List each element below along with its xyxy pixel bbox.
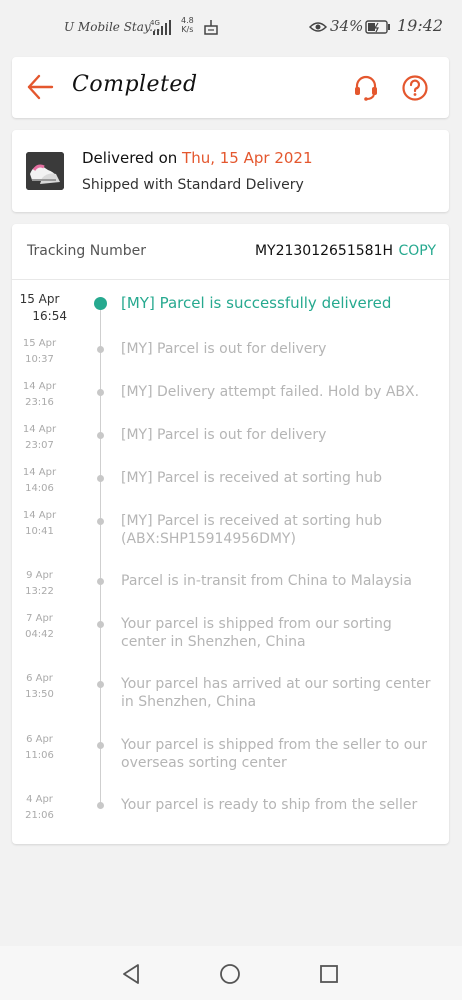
event-time: 23:16 bbox=[25, 397, 54, 408]
event-description: Your parcel has arrived at our sorting c… bbox=[121, 676, 431, 710]
event-time: 10:37 bbox=[25, 354, 54, 365]
network-speed: 4.8 K/s bbox=[181, 16, 194, 34]
tracking-number: MY213012651581H bbox=[254, 243, 393, 259]
timeline-line bbox=[100, 306, 101, 804]
usb-icon bbox=[204, 20, 218, 35]
event-datetime: 6 Apr 13:50 bbox=[12, 671, 67, 703]
event-description: Your parcel is shipped from the seller t… bbox=[121, 737, 427, 771]
circle-home-icon[interactable] bbox=[219, 963, 241, 985]
triangle-back-icon[interactable] bbox=[120, 963, 142, 985]
timeline-dot bbox=[97, 432, 104, 439]
network-speed-value: 4.8 bbox=[181, 16, 194, 25]
page-title: Completed bbox=[72, 72, 198, 97]
event-time: 10:41 bbox=[25, 526, 54, 537]
event-date: 14 Apr bbox=[22, 510, 57, 521]
event-time: 21:06 bbox=[25, 810, 54, 821]
event-description: [MY] Parcel is received at sorting hub (… bbox=[121, 513, 382, 547]
event-datetime: 15 Apr 16:54 bbox=[12, 291, 67, 325]
headset-icon[interactable] bbox=[352, 73, 380, 101]
event-date: 7 Apr bbox=[26, 613, 53, 624]
event-date: 6 Apr bbox=[26, 734, 53, 745]
event-date: 15 Apr bbox=[22, 338, 57, 349]
product-thumbnail[interactable] bbox=[26, 152, 64, 190]
delivery-status-label: Delivered on bbox=[82, 149, 178, 167]
event-description: [MY] Parcel is out for delivery bbox=[121, 427, 327, 443]
timeline-dot bbox=[97, 578, 104, 585]
timeline-dot bbox=[97, 389, 104, 396]
event-date: 14 Apr bbox=[22, 424, 57, 435]
event-date: 9 Apr bbox=[26, 570, 53, 581]
event-description: [MY] Delivery attempt failed. Hold by AB… bbox=[121, 384, 420, 400]
delivery-summary: Delivered on Thu, 15 Apr 2021 Shipped wi… bbox=[12, 130, 449, 212]
event-description: [MY] Parcel is successfully delivered bbox=[121, 294, 392, 312]
event-datetime: 7 Apr 04:42 bbox=[12, 611, 67, 643]
network-speed-unit: K/s bbox=[181, 25, 194, 34]
event-date: 6 Apr bbox=[26, 673, 53, 684]
timeline-dot bbox=[97, 346, 104, 353]
event-time: 16:54 bbox=[32, 309, 67, 323]
shipping-method: Shipped with Standard Delivery bbox=[82, 177, 304, 193]
event-datetime: 15 Apr 10:37 bbox=[12, 336, 67, 368]
event-description: [MY] Parcel is out for delivery bbox=[121, 341, 327, 357]
event-time: 14:06 bbox=[25, 483, 54, 494]
event-time: 04:42 bbox=[25, 629, 54, 640]
event-datetime: 14 Apr 10:41 bbox=[12, 508, 67, 540]
event-date: 14 Apr bbox=[22, 467, 57, 478]
tracking-number-label: Tracking Number bbox=[27, 243, 146, 259]
event-datetime: 14 Apr 23:16 bbox=[12, 379, 67, 411]
event-date: 14 Apr bbox=[22, 381, 57, 392]
event-datetime: 6 Apr 11:06 bbox=[12, 732, 67, 764]
event-datetime: 4 Apr 21:06 bbox=[12, 792, 67, 824]
event-time: 13:22 bbox=[25, 586, 54, 597]
event-description: [MY] Parcel is received at sorting hub bbox=[121, 470, 382, 486]
timeline-dot bbox=[97, 621, 104, 628]
event-datetime: 14 Apr 14:06 bbox=[12, 465, 67, 497]
shoe-image-icon bbox=[26, 152, 64, 190]
timeline-dot bbox=[97, 475, 104, 482]
tracking-card: Tracking Number MY213012651581H COPY 15 … bbox=[12, 224, 449, 844]
timeline-dot bbox=[97, 742, 104, 749]
event-description: Your parcel is shipped from our sorting … bbox=[121, 616, 392, 650]
tracking-header: Tracking Number MY213012651581H COPY bbox=[12, 224, 449, 280]
delivery-status: Delivered on Thu, 15 Apr 2021 bbox=[82, 149, 313, 167]
event-date: 15 Apr bbox=[19, 292, 60, 306]
system-nav-bar bbox=[0, 946, 462, 1000]
event-time: 11:06 bbox=[25, 750, 54, 761]
timeline-dot bbox=[97, 681, 104, 688]
clock: 19:42 bbox=[397, 16, 444, 35]
timeline-dot bbox=[94, 297, 107, 310]
eye-icon bbox=[309, 22, 327, 32]
event-description: Parcel is in-transit from China to Malay… bbox=[121, 573, 412, 589]
header-bar: Completed bbox=[12, 57, 449, 118]
battery-percent: 34% bbox=[330, 17, 364, 35]
event-datetime: 14 Apr 23:07 bbox=[12, 422, 67, 454]
event-date: 4 Apr bbox=[26, 794, 53, 805]
network-type: 4G bbox=[150, 19, 160, 27]
delivery-date: Thu, 15 Apr 2021 bbox=[182, 149, 313, 167]
copy-button[interactable]: COPY bbox=[399, 243, 436, 259]
event-time: 23:07 bbox=[25, 440, 54, 451]
timeline-dot bbox=[97, 518, 104, 525]
event-time: 13:50 bbox=[25, 689, 54, 700]
battery-icon bbox=[365, 20, 390, 34]
event-description: Your parcel is ready to ship from the se… bbox=[121, 797, 418, 813]
carrier-name: U Mobile Stay... bbox=[64, 20, 161, 34]
status-bar: U Mobile Stay... 4G 4.8 K/s 34% 19:42 bbox=[0, 0, 462, 56]
signal-icon: 4G bbox=[150, 19, 171, 35]
event-datetime: 9 Apr 13:22 bbox=[12, 568, 67, 600]
timeline-dot bbox=[97, 802, 104, 809]
square-recent-icon[interactable] bbox=[318, 963, 340, 985]
question-circle-icon[interactable] bbox=[401, 74, 429, 102]
back-arrow-icon[interactable] bbox=[26, 72, 54, 102]
